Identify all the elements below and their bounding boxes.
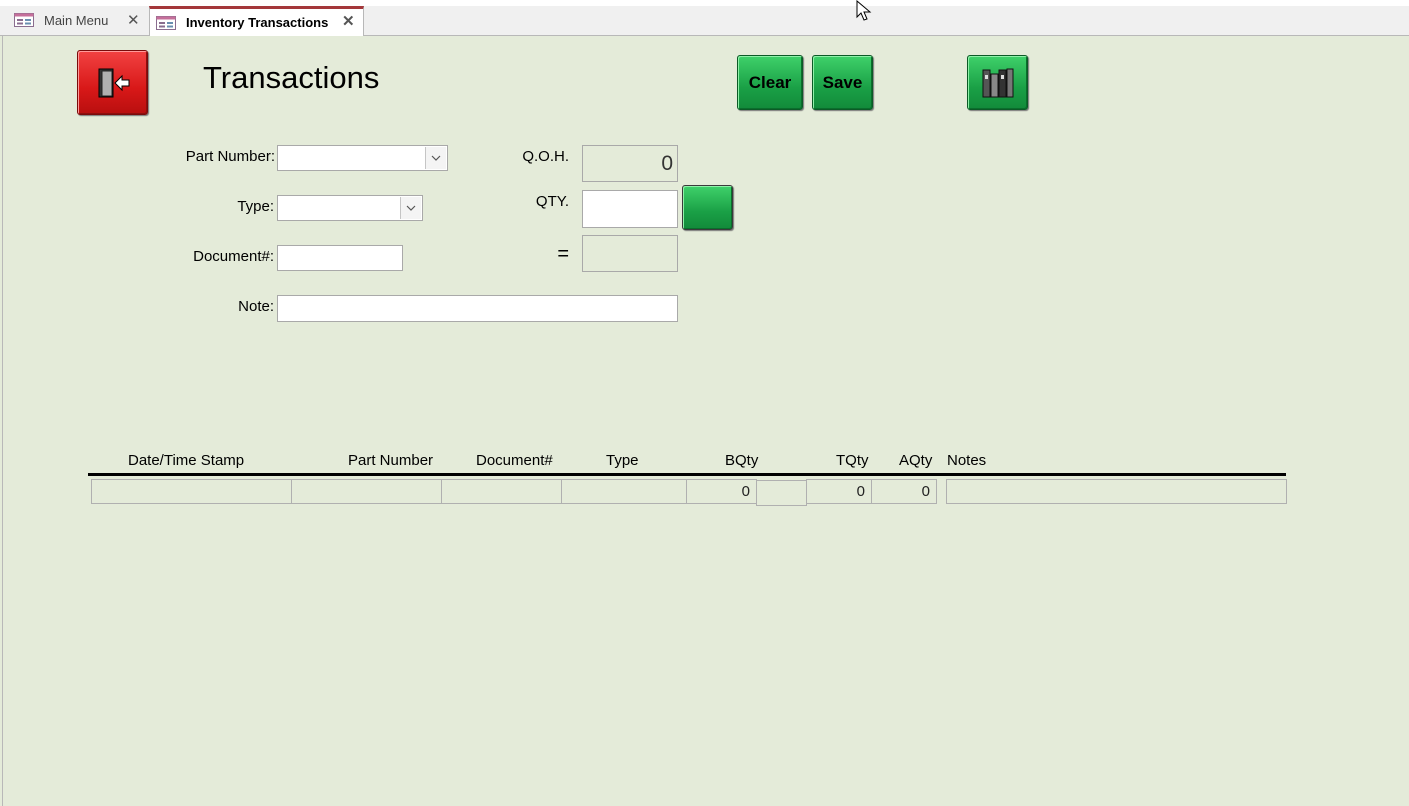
type-label: Type: (237, 198, 274, 215)
close-icon[interactable]: ✕ (127, 11, 140, 29)
column-header-tqty: TQty (836, 452, 869, 469)
cell-document[interactable] (441, 479, 562, 504)
result-field (582, 235, 678, 272)
document-label: Document#: (193, 248, 274, 265)
cell-type[interactable] (561, 479, 687, 504)
form-border (2, 36, 3, 806)
save-button[interactable]: Save (812, 55, 873, 110)
tab-label: Inventory Transactions (186, 15, 329, 30)
chevron-down-icon[interactable] (425, 147, 446, 169)
tab-inventory-transactions[interactable]: Inventory Transactions ✕ (149, 6, 364, 36)
cell-tqty[interactable]: 0 (806, 479, 872, 504)
cell-extra[interactable] (756, 480, 807, 506)
exit-button[interactable] (77, 50, 148, 115)
header-divider (88, 473, 1286, 476)
document-tab-bar: Main Menu ✕ Inventory Transactions ✕ (0, 6, 1409, 36)
form-icon (156, 15, 176, 30)
exit-door-icon (98, 68, 129, 97)
note-input[interactable] (277, 295, 678, 322)
tab-main-menu[interactable]: Main Menu ✕ (3, 6, 146, 34)
close-icon[interactable]: ✕ (342, 12, 355, 30)
cell-aqty[interactable]: 0 (871, 479, 937, 504)
form-icon (14, 13, 34, 27)
equals-label: = (557, 243, 569, 265)
page-title: Transactions (203, 60, 380, 95)
tab-label: Main Menu (44, 12, 109, 28)
column-header-bqty: BQty (725, 452, 759, 469)
part-number-label: Part Number: (185, 148, 275, 165)
clear-button[interactable]: Clear (737, 55, 803, 110)
document-input[interactable] (277, 245, 403, 271)
cell-part-number[interactable] (291, 479, 442, 504)
column-header-document: Document# (476, 452, 553, 469)
mouse-pointer-icon (856, 0, 872, 21)
cell-bqty[interactable]: 0 (686, 479, 757, 504)
library-button[interactable] (967, 55, 1028, 110)
qty-label: QTY. (535, 193, 569, 210)
column-header-aqty: AQty (899, 452, 933, 469)
cell-datetime[interactable] (91, 479, 292, 504)
qoh-label: Q.O.H. (522, 148, 569, 165)
qoh-field: 0 (582, 145, 678, 182)
chevron-down-icon[interactable] (400, 197, 421, 219)
qty-input[interactable] (582, 190, 678, 228)
column-header-notes: Notes (947, 452, 987, 469)
column-header-part-number: Part Number (348, 452, 434, 469)
cell-notes[interactable] (946, 479, 1287, 504)
books-icon (982, 68, 1013, 97)
column-header-datetime: Date/Time Stamp (128, 452, 245, 469)
column-header-type: Type (606, 452, 639, 469)
note-label: Note: (238, 298, 274, 315)
apply-qty-button[interactable] (682, 185, 733, 230)
type-combobox[interactable] (277, 195, 423, 221)
part-number-combobox[interactable] (277, 145, 448, 171)
